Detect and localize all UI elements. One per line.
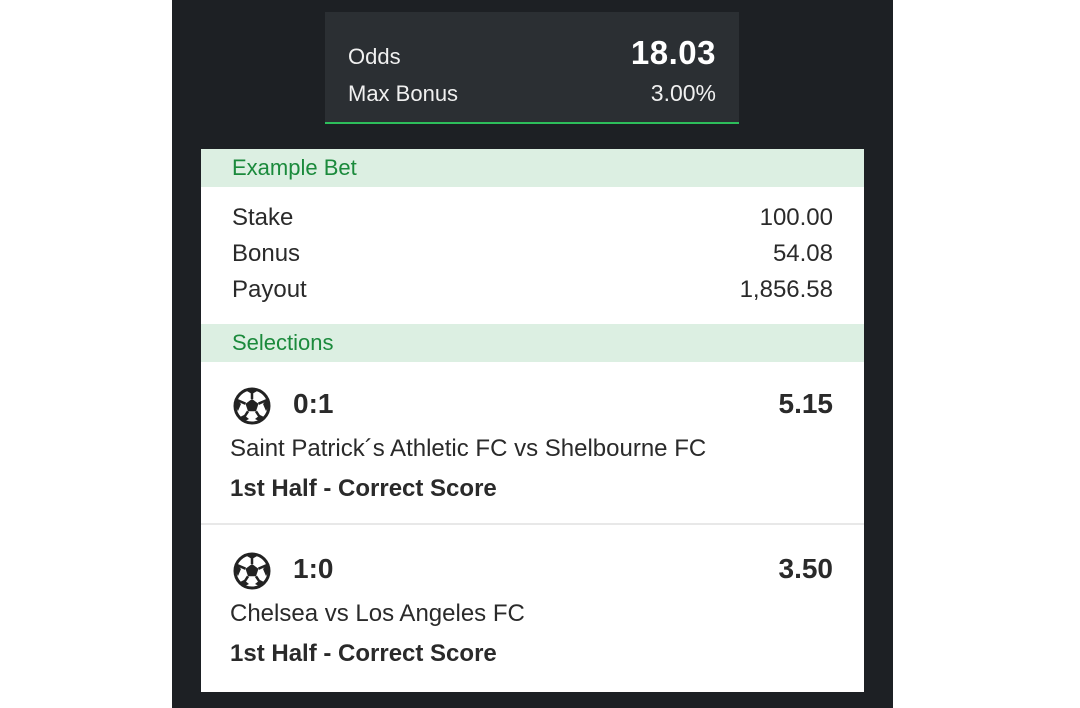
max-bonus-value: 3.00% [650, 80, 716, 106]
payout-value: 1,856.58 [739, 276, 833, 303]
odds-row: Odds 18.03 [348, 34, 716, 72]
soccer-ball-icon [232, 386, 272, 426]
stake-row: Stake 100.00 [232, 204, 833, 232]
max-bonus-label: Max Bonus [348, 81, 459, 106]
selection-item[interactable]: 1:0 3.50 Chelsea vs Los Angeles FC 1st H… [201, 527, 864, 690]
bonus-value: 54.08 [772, 240, 833, 267]
selection-market: 1st Half - Correct Score [230, 640, 497, 667]
stake-label: Stake [232, 204, 294, 231]
payout-row: Payout 1,856.58 [232, 276, 833, 304]
max-bonus-row: Max Bonus 3.00% [348, 80, 716, 107]
odds-summary-panel: Odds 18.03 Max Bonus 3.00% [325, 12, 739, 124]
bonus-label: Bonus [232, 240, 301, 267]
selection-match: Chelsea vs Los Angeles FC [230, 600, 525, 627]
selection-odds: 5.15 [778, 388, 834, 419]
payout-label: Payout [232, 276, 307, 303]
soccer-ball-icon [232, 551, 272, 591]
total-odds-value: 18.03 [630, 34, 716, 71]
selection-match: Saint Patrick´s Athletic FC vs Shelbourn… [230, 435, 707, 462]
stake-value: 100.00 [759, 204, 833, 231]
bet-details-card: Example Bet Stake 100.00 Bonus 54.08 Pay… [201, 149, 864, 692]
selection-score: 1:0 [293, 553, 334, 584]
selection-market: 1st Half - Correct Score [230, 475, 497, 502]
selection-odds: 3.50 [778, 553, 834, 584]
selections-header: Selections [201, 324, 864, 362]
bonus-row: Bonus 54.08 [232, 240, 833, 268]
selection-item[interactable]: 0:1 5.15 Saint Patrick´s Athletic FC vs … [201, 362, 864, 525]
example-bet-header: Example Bet [201, 149, 864, 187]
selection-score: 0:1 [293, 388, 334, 419]
odds-label: Odds [348, 44, 401, 69]
